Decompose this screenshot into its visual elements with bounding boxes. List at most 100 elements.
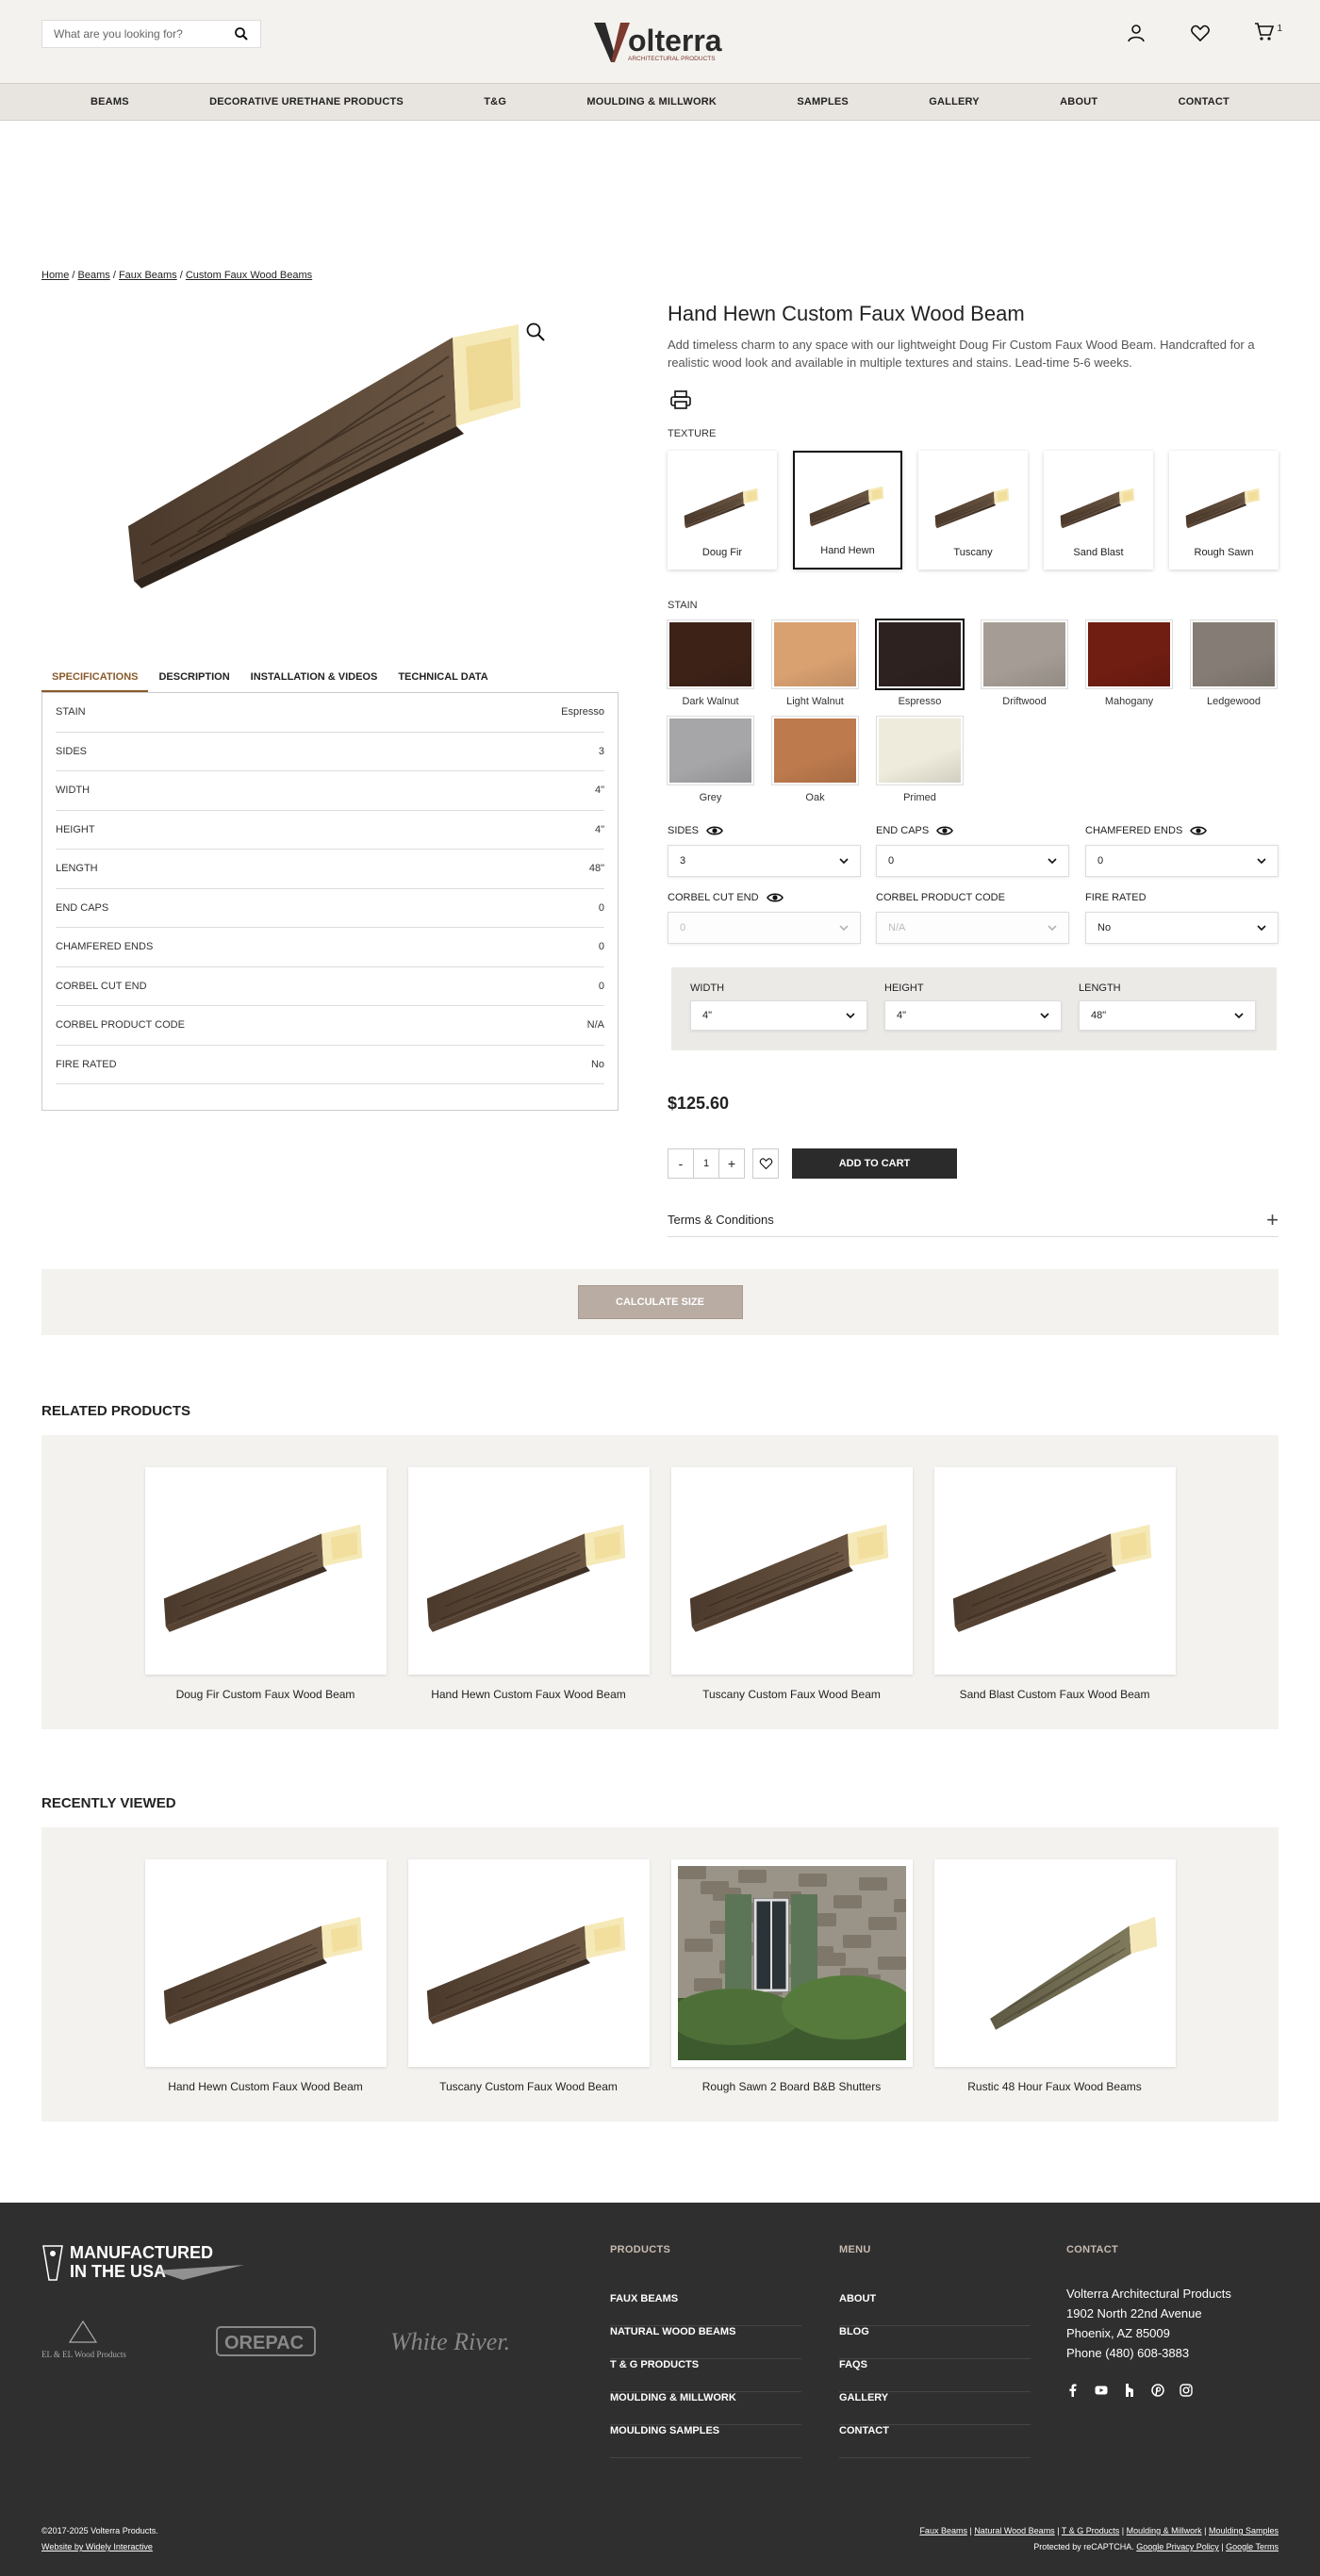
credit-link[interactable]: Website by Widely Interactive bbox=[41, 2542, 153, 2551]
product-image[interactable] bbox=[113, 309, 547, 592]
instagram-icon[interactable] bbox=[1180, 2384, 1193, 2397]
eye-icon[interactable] bbox=[936, 825, 953, 836]
product-card-title[interactable]: Rustic 48 Hour Faux Wood Beams bbox=[967, 2080, 1142, 2093]
product-card[interactable]: Tuscany Custom Faux Wood Beam bbox=[407, 1859, 650, 2122]
stain-dark-walnut[interactable]: Dark Walnut bbox=[668, 620, 753, 707]
footer-link-faqs[interactable]: FAQS bbox=[839, 2359, 1031, 2392]
qty-value[interactable]: 1 bbox=[694, 1148, 718, 1179]
eye-icon[interactable] bbox=[1190, 825, 1207, 836]
stain-ledgewood[interactable]: Ledgewood bbox=[1191, 620, 1277, 707]
footer-link-moulding-samples[interactable]: MOULDING SAMPLES bbox=[610, 2425, 801, 2458]
terms-accordion[interactable]: Terms & Conditions + bbox=[668, 1203, 1279, 1237]
nav-gallery[interactable]: GALLERY bbox=[929, 96, 980, 107]
print-icon[interactable] bbox=[669, 389, 692, 410]
product-card-image[interactable] bbox=[670, 1859, 913, 2067]
corbel-product-code-select[interactable]: N/A bbox=[876, 912, 1069, 944]
cart[interactable]: 1 bbox=[1254, 21, 1282, 44]
qty-plus-button[interactable]: + bbox=[718, 1148, 745, 1179]
cart-icon[interactable] bbox=[1254, 21, 1275, 41]
nav-contact[interactable]: CONTACT bbox=[1179, 96, 1229, 107]
product-card[interactable]: Sand Blast Custom Faux Wood Beam bbox=[933, 1467, 1176, 1729]
breadcrumb-faux-beams[interactable]: Faux Beams bbox=[119, 270, 177, 281]
stain-espresso[interactable]: Espresso bbox=[877, 620, 963, 707]
product-card-image[interactable] bbox=[144, 1467, 387, 1675]
height-select[interactable]: 4" bbox=[884, 1000, 1062, 1031]
product-card-image[interactable] bbox=[933, 1467, 1176, 1675]
nav-about[interactable]: ABOUT bbox=[1060, 96, 1097, 107]
legal-link-moulding-samples[interactable]: Moulding Samples bbox=[1209, 2526, 1279, 2535]
tab-description[interactable]: DESCRIPTION bbox=[148, 666, 239, 692]
chamfered-ends-select[interactable]: 0 bbox=[1085, 845, 1279, 877]
legal-link-natural-wood-beams[interactable]: Natural Wood Beams bbox=[974, 2526, 1054, 2535]
footer-link-gallery[interactable]: GALLERY bbox=[839, 2392, 1031, 2425]
texture-doug-fir[interactable]: Doug Fir bbox=[668, 451, 777, 570]
product-card-image[interactable] bbox=[407, 1859, 650, 2067]
add-to-wishlist-button[interactable] bbox=[752, 1148, 779, 1179]
texture-tuscany[interactable]: Tuscany bbox=[918, 451, 1028, 570]
qty-minus-button[interactable]: - bbox=[668, 1148, 694, 1179]
footer-link-faux-beams[interactable]: FAUX BEAMS bbox=[610, 2293, 801, 2326]
sides-select[interactable]: 3 bbox=[668, 845, 861, 877]
footer-link-t-g-products[interactable]: T & G PRODUCTS bbox=[610, 2359, 801, 2392]
product-card[interactable]: Doug Fir Custom Faux Wood Beam bbox=[144, 1467, 387, 1729]
tab-specifications[interactable]: SPECIFICATIONS bbox=[41, 666, 149, 692]
product-card-image[interactable] bbox=[407, 1467, 650, 1675]
nav-t-g[interactable]: T&G bbox=[484, 96, 506, 107]
breadcrumb-home[interactable]: Home bbox=[41, 270, 69, 281]
nav-decorative-urethane-products[interactable]: DECORATIVE URETHANE PRODUCTS bbox=[209, 96, 404, 107]
stain-grey[interactable]: Grey bbox=[668, 717, 753, 803]
footer-link-blog[interactable]: BLOG bbox=[839, 2326, 1031, 2359]
product-card-image[interactable] bbox=[933, 1859, 1176, 2067]
product-card[interactable]: Hand Hewn Custom Faux Wood Beam bbox=[144, 1859, 387, 2122]
stain-light-walnut[interactable]: Light Walnut bbox=[772, 620, 858, 707]
product-card[interactable]: Tuscany Custom Faux Wood Beam bbox=[670, 1467, 913, 1729]
footer-link-about[interactable]: ABOUT bbox=[839, 2293, 1031, 2326]
legal-link-moulding-millwork[interactable]: Moulding & Millwork bbox=[1127, 2526, 1202, 2535]
eye-icon[interactable] bbox=[767, 892, 784, 903]
tab-installation-videos[interactable]: INSTALLATION & VIDEOS bbox=[240, 666, 388, 692]
legal-link-faux-beams[interactable]: Faux Beams bbox=[919, 2526, 967, 2535]
wishlist-heart-icon[interactable] bbox=[1190, 23, 1211, 43]
stain-mahogany[interactable]: Mahogany bbox=[1086, 620, 1172, 707]
stain-driftwood[interactable]: Driftwood bbox=[982, 620, 1067, 707]
pinterest-icon[interactable] bbox=[1151, 2384, 1164, 2397]
add-to-cart-button[interactable]: ADD TO CART bbox=[792, 1148, 957, 1179]
volterra-logo[interactable]: olterra ARCHITECTURAL PRODUCTS bbox=[592, 19, 730, 64]
texture-hand-hewn[interactable]: Hand Hewn bbox=[793, 451, 902, 570]
product-card-image[interactable] bbox=[670, 1467, 913, 1675]
product-card-title[interactable]: Rough Sawn 2 Board B&B Shutters bbox=[702, 2080, 881, 2093]
account-icon[interactable] bbox=[1126, 23, 1147, 43]
search-input[interactable] bbox=[54, 27, 234, 41]
calculate-size-button[interactable]: CALCULATE SIZE bbox=[577, 1285, 743, 1319]
stain-oak[interactable]: Oak bbox=[772, 717, 858, 803]
search-icon[interactable] bbox=[234, 26, 249, 41]
tab-technical-data[interactable]: TECHNICAL DATA bbox=[388, 666, 498, 692]
nav-beams[interactable]: BEAMS bbox=[91, 96, 129, 107]
breadcrumb-beams[interactable]: Beams bbox=[78, 270, 110, 281]
nav-samples[interactable]: SAMPLES bbox=[797, 96, 849, 107]
google-terms-link[interactable]: Google Terms bbox=[1226, 2542, 1279, 2551]
corbel-cut-end-select[interactable]: 0 bbox=[668, 912, 861, 944]
length-select[interactable]: 48" bbox=[1079, 1000, 1256, 1031]
footer-link-natural-wood-beams[interactable]: NATURAL WOOD BEAMS bbox=[610, 2326, 801, 2359]
fire-rated-select[interactable]: No bbox=[1085, 912, 1279, 944]
product-card[interactable]: Rough Sawn 2 Board B&B Shutters bbox=[670, 1859, 913, 2122]
breadcrumb-custom-faux-wood-beams[interactable]: Custom Faux Wood Beams bbox=[186, 270, 312, 281]
product-card-title[interactable]: Sand Blast Custom Faux Wood Beam bbox=[960, 1688, 1150, 1701]
product-card[interactable]: Rustic 48 Hour Faux Wood Beams bbox=[933, 1859, 1176, 2122]
texture-rough-sawn[interactable]: Rough Sawn bbox=[1169, 451, 1279, 570]
product-card-title[interactable]: Hand Hewn Custom Faux Wood Beam bbox=[168, 2080, 363, 2093]
nav-moulding-millwork[interactable]: MOULDING & MILLWORK bbox=[586, 96, 717, 107]
product-card-image[interactable] bbox=[144, 1859, 387, 2067]
texture-sand-blast[interactable]: Sand Blast bbox=[1044, 451, 1153, 570]
zoom-icon[interactable] bbox=[525, 322, 546, 342]
houzz-icon[interactable] bbox=[1123, 2384, 1136, 2397]
footer-link-contact[interactable]: CONTACT bbox=[839, 2425, 1031, 2458]
legal-link-t-g-products[interactable]: T & G Products bbox=[1062, 2526, 1119, 2535]
width-select[interactable]: 4" bbox=[690, 1000, 867, 1031]
facebook-icon[interactable] bbox=[1066, 2384, 1080, 2397]
product-card-title[interactable]: Hand Hewn Custom Faux Wood Beam bbox=[431, 1688, 626, 1701]
privacy-link[interactable]: Google Privacy Policy bbox=[1136, 2542, 1219, 2551]
product-card[interactable]: Hand Hewn Custom Faux Wood Beam bbox=[407, 1467, 650, 1729]
product-card-title[interactable]: Tuscany Custom Faux Wood Beam bbox=[439, 2080, 618, 2093]
